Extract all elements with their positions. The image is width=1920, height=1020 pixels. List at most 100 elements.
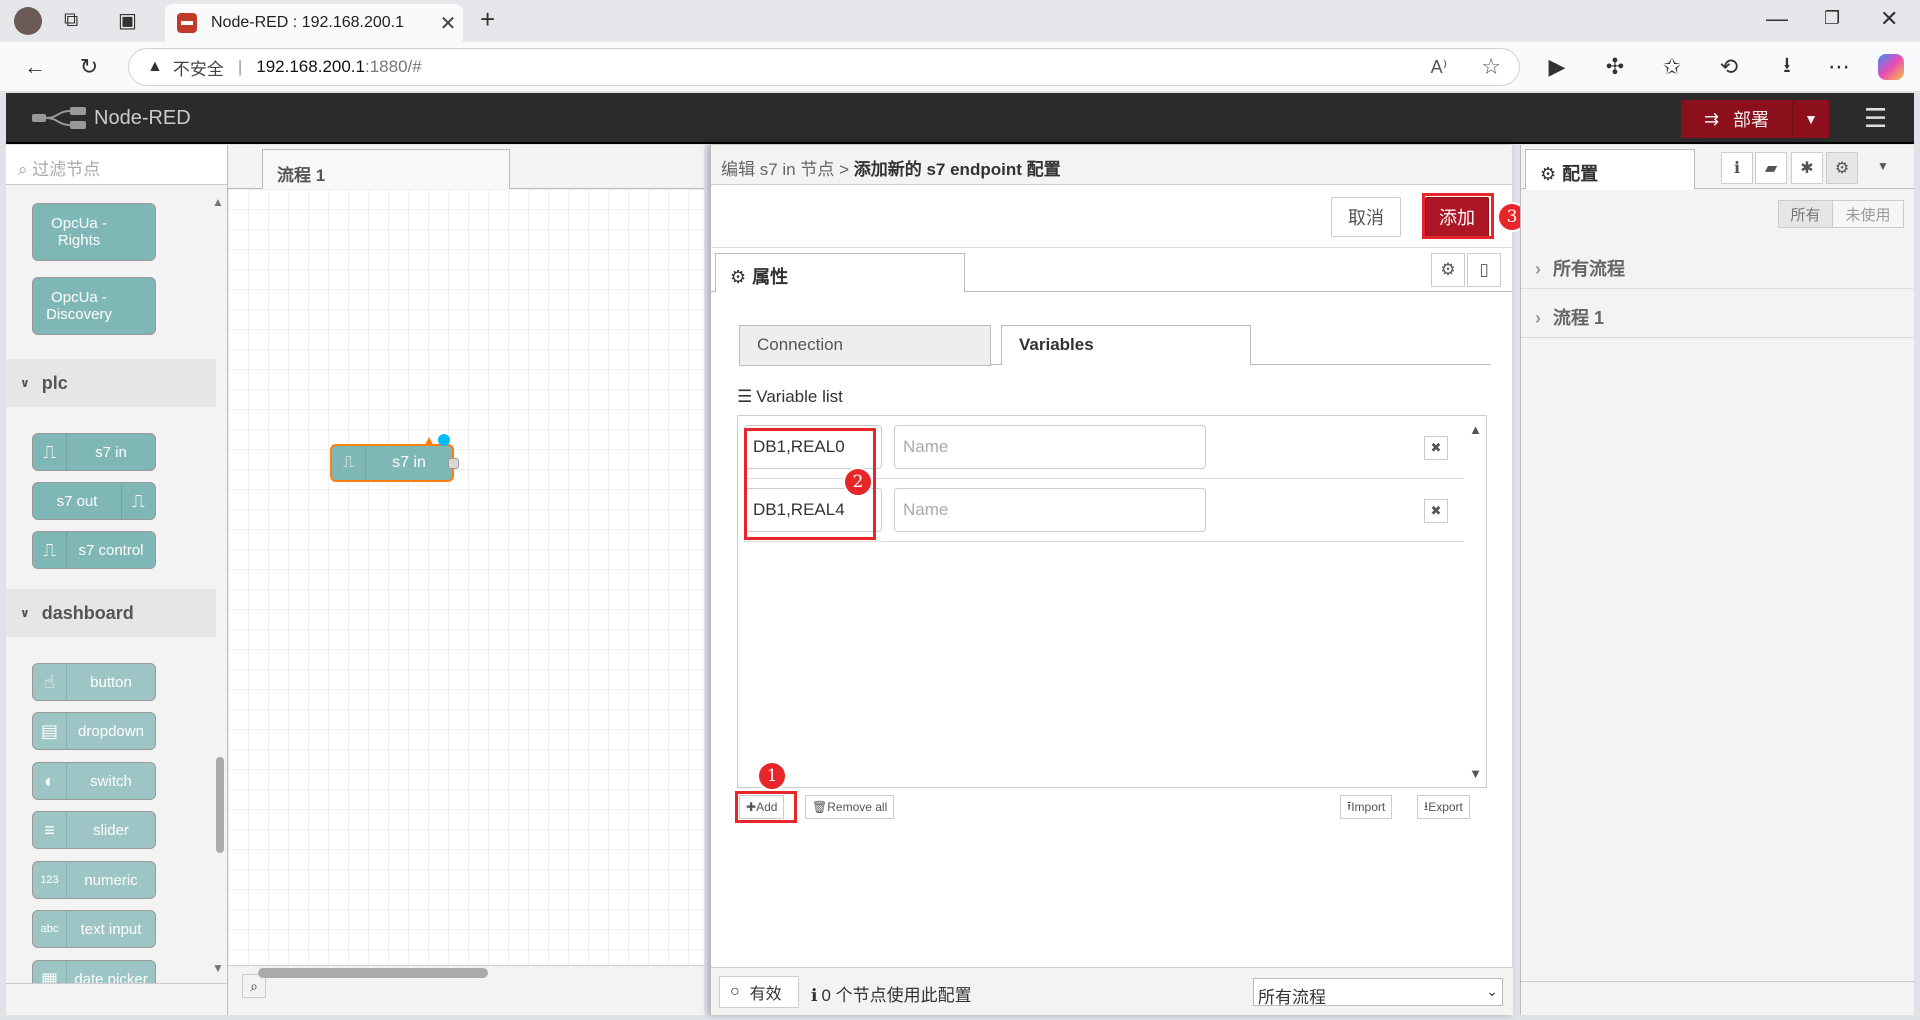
- warning-icon: ▲: [147, 58, 163, 75]
- tray-breadcrumb: 编辑 s7 in 节点 > 添加新的 s7 endpoint 配置: [711, 145, 1512, 185]
- palette-node-switch[interactable]: ◐ switch: [32, 762, 156, 800]
- tab-connection[interactable]: Connection: [739, 325, 991, 366]
- filter-all-button[interactable]: 所有: [1778, 200, 1833, 228]
- palette-footer: [6, 983, 227, 1015]
- category-plc[interactable]: ∨ plc: [6, 359, 216, 407]
- numeric-icon: 123: [33, 862, 67, 898]
- workspace-canvas[interactable]: ⎍ s7 in ▲: [228, 189, 704, 965]
- workspace-tabs: 流程 1: [228, 145, 704, 189]
- back-icon[interactable]: ←: [18, 54, 52, 80]
- extensions-icon[interactable]: ✣: [1598, 54, 1632, 80]
- debug-bug-icon[interactable]: ✱: [1791, 152, 1823, 184]
- play-icon[interactable]: ▶: [1540, 54, 1574, 80]
- nodered-favicon-icon: [177, 13, 197, 33]
- palette-node-s7-out[interactable]: s7 out ⎍: [32, 482, 156, 520]
- palette-node-dropdown[interactable]: ▤ dropdown: [32, 712, 156, 750]
- hand-pointer-icon: ☝: [33, 664, 67, 700]
- warning-triangle-icon: ▲: [422, 432, 436, 448]
- sidebar-footer: [1521, 981, 1915, 1015]
- chevron-down-icon: ⌄: [1486, 983, 1498, 999]
- sidebar-row-flow-1[interactable]: › 流程 1: [1521, 290, 1915, 338]
- deploy-icon: ⇉: [1703, 108, 1720, 129]
- url-host: 192.168.200.1: [256, 57, 365, 76]
- list-icon: ☰: [737, 387, 753, 406]
- sidebar-row-all-flows[interactable]: › 所有流程: [1521, 241, 1915, 289]
- palette-node-button[interactable]: ☝ button: [32, 663, 156, 701]
- help-book-icon[interactable]: ▰: [1755, 152, 1787, 184]
- variable-name-input[interactable]: Name: [894, 488, 1206, 532]
- export-button[interactable]: ⭳ Export: [1417, 795, 1470, 819]
- palette-node-opcua-rights[interactable]: OpcUa - Rights: [32, 203, 156, 261]
- edit-tray: 编辑 s7 in 节点 > 添加新的 s7 endpoint 配置 取消 添加 …: [710, 145, 1527, 1015]
- address-row: ← ↻ ▲ 不安全 | 192.168.200.1 :1880/# A⁾ ☆ ▶…: [0, 42, 1920, 92]
- address-bar[interactable]: ▲ 不安全 | 192.168.200.1 :1880/# A⁾ ☆: [128, 48, 1520, 86]
- sidebar-dropdown-icon[interactable]: ▼: [1877, 159, 1889, 173]
- refresh-icon[interactable]: ↻: [72, 54, 106, 80]
- list-scroll-down-icon[interactable]: ▼: [1469, 766, 1482, 781]
- palette-scrollbar[interactable]: [216, 757, 224, 853]
- deploy-dropdown-icon[interactable]: ▼: [1793, 111, 1829, 127]
- profile-avatar[interactable]: [14, 7, 42, 35]
- info-icon[interactable]: ℹ: [1721, 152, 1753, 184]
- description-icon[interactable]: ▯: [1467, 253, 1501, 287]
- output-port[interactable]: [448, 458, 459, 469]
- close-window-icon[interactable]: ✕: [1880, 6, 1898, 32]
- minimize-icon[interactable]: —: [1766, 6, 1788, 32]
- new-tab-icon[interactable]: +: [480, 4, 495, 35]
- variable-name-input[interactable]: Name: [894, 425, 1206, 469]
- s7-icon: ⎍: [332, 446, 366, 480]
- tab-flow-1[interactable]: 流程 1: [262, 149, 510, 189]
- category-dashboard[interactable]: ∨ dashboard: [6, 589, 216, 637]
- palette-node-text-input[interactable]: abc text input: [32, 910, 156, 948]
- annotation-badge-1: 1: [757, 761, 787, 791]
- annotation-badge-2: 2: [843, 467, 873, 497]
- palette-scroll-down-icon[interactable]: ▼: [212, 961, 224, 975]
- workspace-node-s7-in[interactable]: ⎍ s7 in ▲: [330, 432, 459, 482]
- insecure-label: 不安全: [172, 59, 224, 79]
- sidebar-tabs: ⚙ 配置 ℹ ▰ ✱ ⚙ ▼: [1521, 145, 1914, 190]
- palette-node-numeric[interactable]: 123 numeric: [32, 861, 156, 899]
- restore-icon[interactable]: ❐: [1824, 8, 1840, 29]
- config-subtabs: Connection Variables: [739, 325, 1491, 366]
- remove-variable-icon[interactable]: ✖: [1424, 499, 1448, 523]
- vertical-tabs-icon[interactable]: ▣: [118, 8, 137, 33]
- collections-icon[interactable]: ⧉: [64, 9, 78, 32]
- import-button[interactable]: ⭱ Import: [1340, 795, 1393, 819]
- tab-config[interactable]: ⚙ 配置: [1525, 149, 1695, 190]
- copilot-icon[interactable]: [1878, 54, 1904, 80]
- read-aloud-icon[interactable]: A⁾: [1431, 57, 1447, 78]
- node-settings-icon[interactable]: ⚙: [1431, 253, 1465, 287]
- close-tab-icon[interactable]: ✕: [433, 11, 463, 36]
- favorite-star-icon[interactable]: ☆: [1481, 54, 1501, 80]
- palette-node-s7-control[interactable]: ⎍ s7 control: [32, 531, 156, 569]
- cancel-button[interactable]: 取消: [1331, 197, 1401, 237]
- downloads-icon[interactable]: ⭳: [1770, 48, 1804, 86]
- tray-footer: ○ 有效 ℹ0 个节点使用此配置 所有流程 ⌄: [711, 967, 1513, 1015]
- palette-node-opcua-discovery[interactable]: OpcUa - Discovery: [32, 277, 156, 335]
- tab-properties[interactable]: ⚙ 属性: [715, 253, 965, 293]
- remove-variable-icon[interactable]: ✖: [1424, 436, 1448, 460]
- config-gear-icon[interactable]: ⚙: [1826, 152, 1858, 184]
- palette-filter-input[interactable]: ⌕ 过滤节点: [6, 145, 227, 185]
- enabled-toggle[interactable]: ○ 有效: [719, 976, 799, 1008]
- deploy-button[interactable]: ⇉ 部署 ▼: [1681, 100, 1829, 138]
- workspace-hscrollbar[interactable]: [258, 968, 488, 978]
- nodered-header: Node-RED ⇉ 部署 ▼ ☰: [6, 93, 1914, 144]
- sidebar: ⚙ 配置 ℹ ▰ ✱ ⚙ ▼ 所有 未使用 › 所有流程 › 流程 1: [1520, 145, 1915, 1015]
- palette-scroll-up-icon[interactable]: ▲: [212, 195, 224, 209]
- tab-variables[interactable]: Variables: [1001, 325, 1251, 366]
- more-icon[interactable]: ⋯: [1822, 54, 1856, 80]
- history-icon[interactable]: ⟲: [1712, 54, 1746, 80]
- favorites-icon[interactable]: ✩: [1655, 54, 1689, 80]
- palette-node-slider[interactable]: ≡ slider: [32, 811, 156, 849]
- list-scroll-up-icon[interactable]: ▲: [1469, 422, 1482, 437]
- gear-icon: ⚙: [730, 267, 747, 287]
- circle-icon: ○: [730, 983, 740, 1000]
- palette-node-s7-in[interactable]: ⎍ s7 in: [32, 433, 156, 471]
- filter-unused-button[interactable]: 未使用: [1833, 200, 1904, 228]
- toggle-icon: ◐: [33, 763, 67, 799]
- browser-tab[interactable]: Node-RED : 192.168.200.1 ✕: [165, 4, 463, 42]
- remove-all-button[interactable]: 🗑 Remove all: [805, 795, 895, 819]
- main-menu-icon[interactable]: ☰: [1864, 103, 1887, 134]
- scope-select[interactable]: 所有流程 ⌄: [1253, 978, 1503, 1007]
